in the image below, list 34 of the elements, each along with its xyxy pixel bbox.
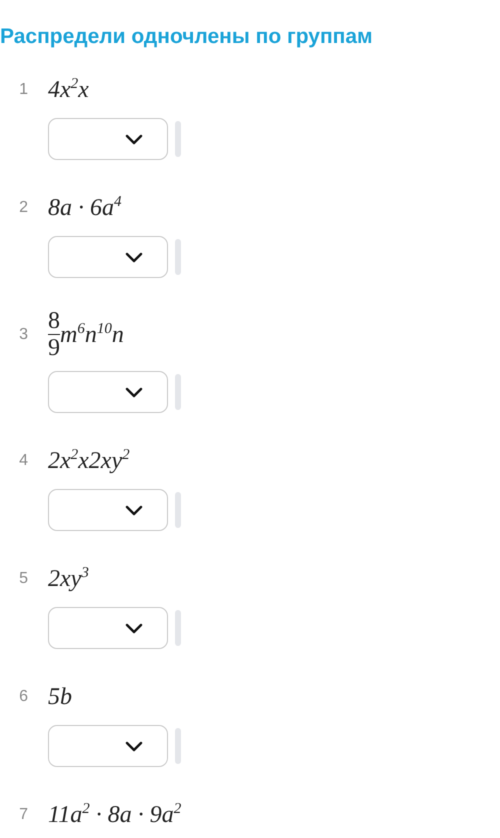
chevron-down-icon [125,252,143,262]
chevron-down-icon [125,622,143,634]
group-dropdown[interactable] [48,607,168,649]
group-dropdown[interactable] [48,236,168,278]
monomial-expression: 2x$^{2}$x2xy$^{2}$ [48,447,130,475]
group-dropdown[interactable] [48,725,168,767]
chevron-down-icon [125,504,143,516]
monomial-expression: 11a$^{2}$ · 8a · 9a$^{2}$ [48,801,182,829]
task-title: Распредели одночлены по группам [0,24,374,50]
item-number: 4 [18,452,29,470]
chevron-down-icon [125,134,143,144]
item-number: 3 [18,326,29,344]
drag-handle[interactable] [175,610,181,646]
item-number: 6 [18,688,29,706]
fraction: 8 9 [48,308,60,361]
monomial-expression: 8a · 6a$^{4}$ [48,194,122,222]
drag-handle[interactable] [175,374,181,410]
chevron-down-icon [125,386,143,398]
group-dropdown[interactable] [48,371,168,413]
group-dropdown[interactable] [48,489,168,531]
monomial-expression: m$^{6}$n$^{10}$n [60,320,124,348]
monomial-expression: 5b [48,684,72,710]
monomial-expression: 4x$^{2}$x [48,76,89,104]
item-number: 1 [18,81,29,99]
drag-handle[interactable] [175,239,181,275]
drag-handle[interactable] [175,492,181,528]
chevron-down-icon [125,740,143,752]
drag-handle[interactable] [175,728,181,764]
group-dropdown[interactable] [48,118,168,160]
monomial-expression: 2xy$^{3}$ [48,565,89,593]
item-number: 2 [18,199,29,217]
item-number: 7 [18,806,29,824]
drag-handle[interactable] [175,121,181,157]
item-number: 5 [18,570,29,588]
